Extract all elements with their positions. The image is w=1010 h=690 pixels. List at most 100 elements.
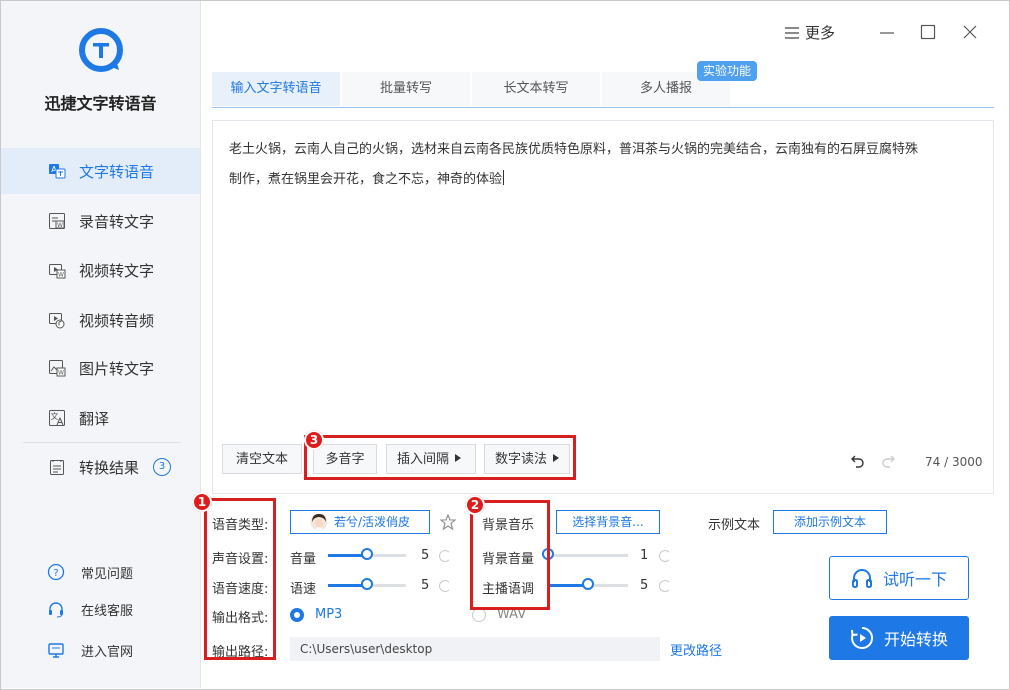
audio-to-text-icon: W: [47, 211, 67, 231]
sample-text-label: 示例文本: [708, 518, 761, 533]
reset-speed-icon[interactable]: [439, 580, 451, 592]
sidebar-item-label: 视频转文字: [79, 261, 155, 280]
website-link[interactable]: 进入官网: [47, 639, 133, 661]
volume-value: 5: [421, 548, 430, 563]
tab-input-text[interactable]: 输入文字转语音: [212, 72, 340, 106]
svg-text:W: W: [58, 370, 64, 377]
close-button[interactable]: [960, 22, 980, 42]
sidebar-item-label: 转换结果: [79, 458, 140, 477]
text-cursor: [503, 170, 505, 185]
select-bgm-button[interactable]: 选择背景音...: [556, 510, 660, 534]
video-to-text-icon: W: [47, 260, 67, 280]
website-icon: [48, 643, 64, 658]
menu-icon: [785, 26, 799, 39]
annotation-marker-3: 3: [304, 430, 324, 450]
preview-label: 试听一下: [882, 570, 947, 589]
voice-name: 若兮/活泼俏皮: [333, 515, 411, 529]
website-label: 进入官网: [81, 644, 134, 660]
annotation-marker-1: 1: [192, 492, 212, 512]
mp3-radio[interactable]: [290, 608, 304, 622]
sidebar-item-results[interactable]: 转换结果 3: [1, 444, 200, 490]
start-convert-label: 开始转换: [883, 630, 948, 649]
experimental-badge: 实验功能: [697, 61, 758, 81]
sidebar-item-label: 翻译: [79, 409, 110, 428]
svg-text:?: ?: [53, 568, 58, 579]
sidebar-item-translate[interactable]: 文 翻译: [1, 395, 200, 441]
editor-content[interactable]: 老土火锅，云南人自己的火锅，选材来自云南各民族优质特色原料，普洱茶与火锅的完美结…: [229, 135, 979, 195]
slider-handle[interactable]: [582, 578, 594, 590]
customer-service-link[interactable]: 在线客服: [47, 598, 133, 620]
sidebar: 迅捷文字转语音 A 文字转语音 W 录音转文字 W 视频转文字 视频转音频 W …: [1, 1, 201, 688]
annotation-marker-2: 2: [465, 495, 485, 515]
translate-icon: 文: [47, 408, 67, 428]
sidebar-item-audio-to-text[interactable]: W 录音转文字: [1, 198, 200, 244]
minimize-button[interactable]: [877, 22, 897, 42]
play-circle-icon: [850, 626, 873, 649]
intonation-value: 5: [640, 578, 649, 593]
redo-icon[interactable]: [880, 453, 896, 469]
image-to-text-icon: W: [47, 358, 67, 378]
svg-text:W: W: [58, 272, 64, 279]
editor-text-line: 老土火锅，云南人自己的火锅，选材来自云南各民族优质特色原料，普洱茶与火锅的完美结…: [229, 142, 919, 157]
help-icon: ?: [47, 563, 65, 581]
intonation-slider[interactable]: [548, 578, 628, 590]
wav-radio[interactable]: [472, 608, 486, 622]
sidebar-divider: [23, 442, 181, 443]
app-title: 迅捷文字转语音: [44, 94, 157, 113]
sidebar-item-video-to-audio[interactable]: 视频转音频: [1, 297, 200, 343]
sidebar-item-text-to-speech[interactable]: A 文字转语音: [1, 148, 200, 194]
annotation-box-1: [204, 498, 276, 660]
annotation-box-2: [470, 500, 550, 610]
reset-intonation-icon[interactable]: [659, 580, 671, 592]
volume-label: 音量: [290, 552, 317, 567]
reset-volume-icon[interactable]: [439, 550, 451, 562]
preview-button[interactable]: 试听一下: [829, 556, 969, 600]
headphones-icon: [851, 569, 872, 588]
change-path-link[interactable]: 更改路径: [670, 640, 722, 659]
favorite-star-icon[interactable]: [440, 514, 456, 530]
video-to-audio-icon: [47, 310, 67, 330]
speed-label: 语速: [290, 582, 317, 597]
speed-slider[interactable]: [328, 578, 406, 590]
bgm-volume-value: 1: [640, 548, 649, 563]
slider-handle[interactable]: [361, 548, 373, 560]
add-sample-text-button[interactable]: 添加示例文本: [773, 510, 887, 534]
voice-select-button[interactable]: 若兮/活泼俏皮: [290, 510, 430, 534]
bgm-volume-slider[interactable]: [542, 548, 628, 560]
help-label: 常见问题: [81, 566, 134, 582]
svg-text:W: W: [57, 222, 63, 229]
reset-bgm-volume-icon[interactable]: [659, 550, 671, 562]
character-counter: 74 / 3000: [925, 455, 983, 469]
annotation-box-3: [304, 435, 576, 480]
sidebar-item-label: 视频转音频: [79, 311, 155, 330]
maximize-button[interactable]: [918, 22, 938, 42]
output-path-field[interactable]: [290, 637, 660, 661]
app-logo-icon: [79, 28, 123, 72]
volume-slider[interactable]: [328, 548, 406, 560]
results-count-badge: 3: [153, 458, 171, 476]
customer-service-label: 在线客服: [81, 603, 134, 619]
editor-text-line: 制作，煮在锅里会开花，食之不忘，神奇的体验: [229, 172, 503, 187]
clear-text-button[interactable]: 清空文本: [222, 444, 302, 474]
headset-icon: [49, 602, 63, 618]
more-menu-button[interactable]: 更多: [785, 22, 835, 43]
tab-bar: 输入文字转语音 批量转写 长文本转写 多人播报: [212, 72, 994, 108]
undo-icon[interactable]: [850, 453, 866, 469]
sidebar-item-label: 图片转文字: [79, 359, 155, 378]
avatar: [310, 513, 328, 531]
sidebar-item-image-to-text[interactable]: W 图片转文字: [1, 345, 200, 391]
sidebar-item-label: 录音转文字: [79, 212, 155, 231]
results-icon: [47, 457, 67, 477]
speed-value: 5: [421, 578, 430, 593]
text-to-speech-icon: A: [47, 161, 67, 181]
slider-handle[interactable]: [361, 578, 373, 590]
tab-long-text[interactable]: 长文本转写: [472, 72, 600, 106]
sidebar-item-video-to-text[interactable]: W 视频转文字: [1, 247, 200, 293]
svg-text:文: 文: [51, 411, 59, 421]
more-label: 更多: [805, 24, 836, 42]
sidebar-item-label: 文字转语音: [79, 162, 155, 181]
mp3-label: MP3: [315, 607, 343, 622]
tab-batch[interactable]: 批量转写: [342, 72, 470, 106]
help-link[interactable]: ? 常见问题: [47, 561, 133, 583]
start-convert-button[interactable]: 开始转换: [829, 616, 969, 660]
